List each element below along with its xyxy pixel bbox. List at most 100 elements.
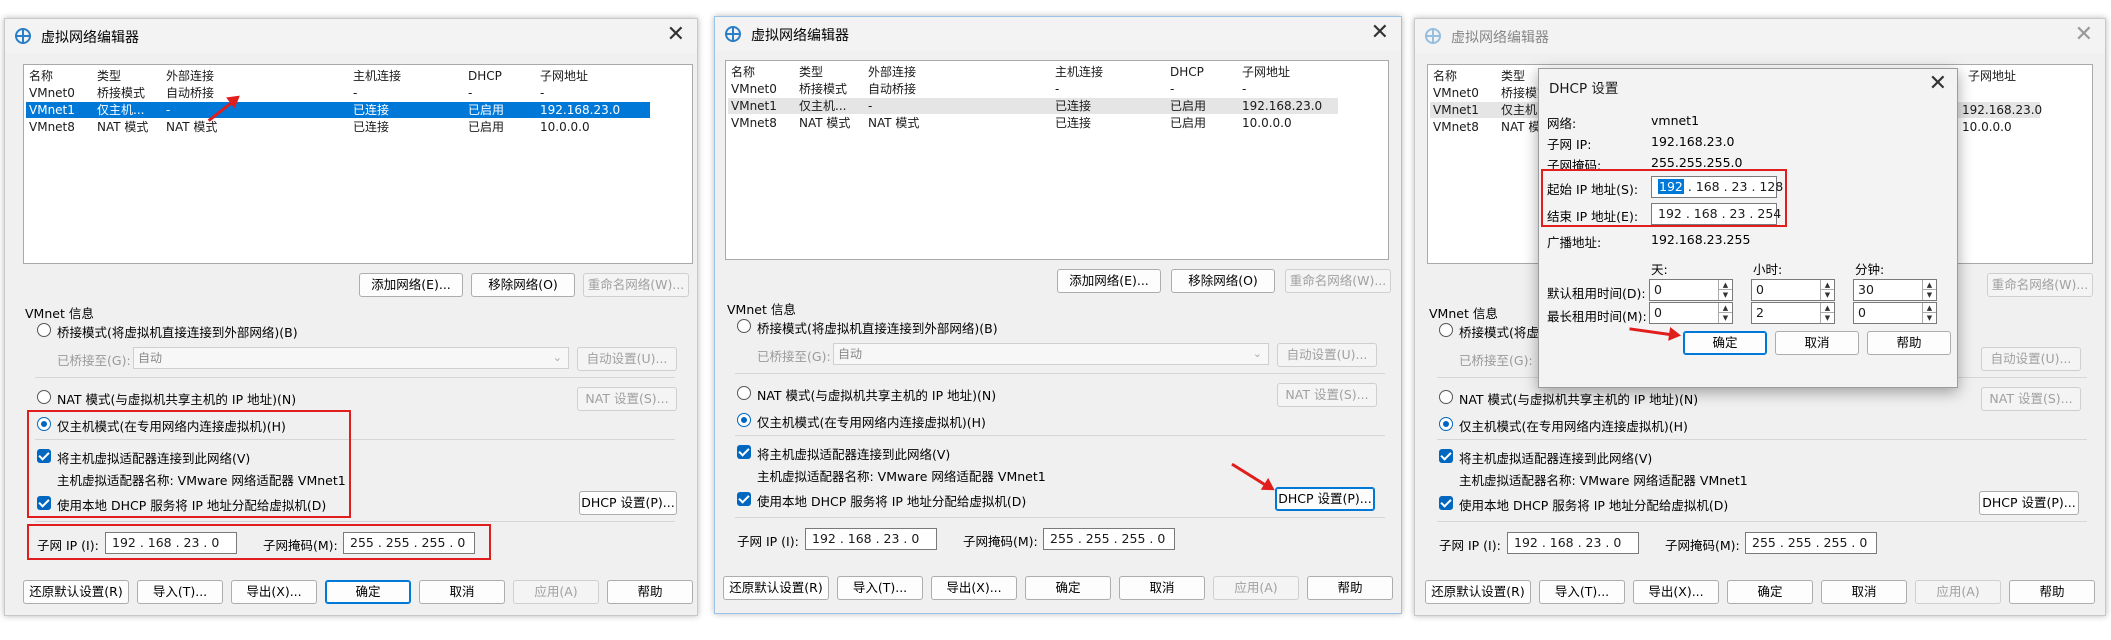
col-header[interactable]: 主机连接 xyxy=(353,68,466,84)
import-button[interactable]: 导入(T)... xyxy=(137,580,223,604)
close-icon[interactable]: ✕ xyxy=(1371,21,1389,45)
connect-adapter-label[interactable]: 将主机虚拟适配器连接到此网络(V) xyxy=(757,444,950,463)
col-header[interactable]: 类型 xyxy=(799,64,865,80)
nat-mode-label[interactable]: NAT 模式(与虚拟机共享主机的 IP 地址)(N) xyxy=(57,389,296,408)
add-network-button[interactable]: 添加网络(E)... xyxy=(1057,269,1161,293)
add-network-button[interactable]: 添加网络(E)... xyxy=(359,273,463,297)
help-button[interactable]: 帮助 xyxy=(2009,580,2095,604)
remove-network-button[interactable]: 移除网络(O) xyxy=(471,273,575,297)
spin-up-icon[interactable]: ▲ xyxy=(1922,303,1936,313)
default-lease-minutes-input[interactable]: 30 ▲ ▼ xyxy=(1853,279,1937,301)
nat-settings-button[interactable]: NAT 设置(S)... xyxy=(1277,383,1377,407)
export-button[interactable]: 导出(X)... xyxy=(931,576,1017,600)
max-lease-days-input[interactable]: 0 ▲ ▼ xyxy=(1649,302,1733,324)
rename-network-button[interactable]: 重命名网络(W)... xyxy=(1285,269,1391,293)
auto-settings-button[interactable]: 自动设置(U)... xyxy=(1981,347,2081,371)
spin-down-icon[interactable]: ▼ xyxy=(1922,290,1936,300)
col-header[interactable]: 外部连接 xyxy=(166,68,351,84)
export-button[interactable]: 导出(X)... xyxy=(1633,580,1719,604)
col-header[interactable]: 子网地址 xyxy=(1242,64,1362,80)
col-header[interactable]: 子网地址 xyxy=(540,68,660,84)
ok-button[interactable]: 确定 xyxy=(1025,576,1111,600)
spin-up-icon[interactable]: ▲ xyxy=(1820,303,1834,313)
use-dhcp-checkbox[interactable] xyxy=(1439,496,1453,510)
col-header[interactable]: 类型 xyxy=(97,68,163,84)
col-header[interactable]: 主机连接 xyxy=(1055,64,1168,80)
apply-button[interactable]: 应用(A) xyxy=(1213,576,1299,600)
dhcp-settings-button[interactable]: DHCP 设置(P)... xyxy=(1275,487,1375,511)
help-button[interactable]: 帮助 xyxy=(1307,576,1393,600)
subnet-mask-input[interactable]: 255 . 255 . 255 . 0 xyxy=(1043,528,1175,550)
rename-network-button[interactable]: 重命名网络(W)... xyxy=(583,273,689,297)
host-only-radio[interactable] xyxy=(1439,417,1453,431)
default-lease-days-input[interactable]: 0 ▲ ▼ xyxy=(1649,279,1733,301)
use-dhcp-checkbox[interactable] xyxy=(737,492,751,506)
spin-down-icon[interactable]: ▼ xyxy=(1718,313,1732,323)
rename-network-button[interactable]: 重命名网络(W)... xyxy=(1987,273,2093,297)
nat-mode-label[interactable]: NAT 模式(与虚拟机共享主机的 IP 地址)(N) xyxy=(1459,389,1698,408)
spin-up-icon[interactable]: ▲ xyxy=(1820,280,1834,290)
bridged-to-select[interactable]: 自动 ⌄ xyxy=(133,347,569,369)
col-header[interactable]: 子网地址 xyxy=(1968,68,2088,84)
bridge-mode-radio[interactable] xyxy=(737,319,751,333)
subnet-ip-input[interactable]: 192 . 168 . 23 . 0 xyxy=(1507,532,1639,554)
apply-button[interactable]: 应用(A) xyxy=(1915,580,2001,604)
nat-mode-radio[interactable] xyxy=(37,390,51,404)
close-icon[interactable]: ✕ xyxy=(2075,23,2093,47)
bridged-to-select[interactable]: 自动 ⌄ xyxy=(833,343,1269,365)
import-button[interactable]: 导入(T)... xyxy=(1539,580,1625,604)
nat-settings-button[interactable]: NAT 设置(S)... xyxy=(1981,387,2081,411)
use-dhcp-label[interactable]: 使用本地 DHCP 服务将 IP 地址分配给虚拟机(D) xyxy=(757,491,1026,510)
help-button[interactable]: 帮助 xyxy=(607,580,693,604)
nat-mode-label[interactable]: NAT 模式(与虚拟机共享主机的 IP 地址)(N) xyxy=(757,385,996,404)
dhcp-help-button[interactable]: 帮助 xyxy=(1867,331,1951,355)
spin-up-icon[interactable]: ▲ xyxy=(1922,280,1936,290)
bridge-mode-radio[interactable] xyxy=(37,323,51,337)
col-header[interactable]: DHCP xyxy=(468,68,537,84)
spin-up-icon[interactable]: ▲ xyxy=(1718,280,1732,290)
bridge-mode-label[interactable]: 桥接模式(将虚拟机直接连接到外部网络)(B) xyxy=(57,322,298,341)
dhcp-settings-button[interactable]: DHCP 设置(P)... xyxy=(579,491,677,515)
connect-adapter-checkbox[interactable] xyxy=(1439,449,1453,463)
close-icon[interactable]: ✕ xyxy=(667,23,685,47)
spin-down-icon[interactable]: ▼ xyxy=(1922,313,1936,323)
ok-button[interactable]: 确定 xyxy=(1727,580,1813,604)
table-row-selected[interactable]: VMnet1 仅主机... - 已连接 已启用 192.168.23.0 xyxy=(26,102,650,118)
spin-up-icon[interactable]: ▲ xyxy=(1718,303,1732,313)
cancel-button[interactable]: 取消 xyxy=(1119,576,1205,600)
host-only-label[interactable]: 仅主机模式(在专用网络内连接虚拟机)(H) xyxy=(1459,416,1688,435)
close-icon[interactable]: ✕ xyxy=(1929,71,1947,96)
nat-mode-radio[interactable] xyxy=(737,386,751,400)
auto-settings-button[interactable]: 自动设置(U)... xyxy=(577,347,677,371)
col-header[interactable]: 外部连接 xyxy=(868,64,1053,80)
table-row-selected[interactable]: VMnet1 仅主机... - 已连接 已启用 192.168.23.0 xyxy=(728,98,1338,114)
spin-down-icon[interactable]: ▼ xyxy=(1820,313,1834,323)
restore-defaults-button[interactable]: 还原默认设置(R) xyxy=(23,580,129,604)
subnet-ip-input[interactable]: 192 . 168 . 23 . 0 xyxy=(805,528,937,550)
connect-adapter-label[interactable]: 将主机虚拟适配器连接到此网络(V) xyxy=(1459,448,1652,467)
restore-defaults-button[interactable]: 还原默认设置(R) xyxy=(723,576,829,600)
cancel-button[interactable]: 取消 xyxy=(419,580,505,604)
nat-mode-radio[interactable] xyxy=(1439,390,1453,404)
dhcp-settings-button[interactable]: DHCP 设置(P)... xyxy=(1979,491,2079,515)
col-header[interactable]: DHCP xyxy=(1170,64,1239,80)
cancel-button[interactable]: 取消 xyxy=(1821,580,1907,604)
spin-down-icon[interactable]: ▼ xyxy=(1718,290,1732,300)
max-lease-minutes-input[interactable]: 0 ▲ ▼ xyxy=(1853,302,1937,324)
bridge-mode-label[interactable]: 桥接模式(将虚拟机直接连接到外部网络)(B) xyxy=(757,318,998,337)
subnet-mask-input[interactable]: 255 . 255 . 255 . 0 xyxy=(1745,532,1877,554)
host-only-label[interactable]: 仅主机模式(在专用网络内连接虚拟机)(H) xyxy=(757,412,986,431)
dhcp-cancel-button[interactable]: 取消 xyxy=(1775,331,1859,355)
use-dhcp-label[interactable]: 使用本地 DHCP 服务将 IP 地址分配给虚拟机(D) xyxy=(1459,495,1728,514)
auto-settings-button[interactable]: 自动设置(U)... xyxy=(1277,343,1377,367)
spin-down-icon[interactable]: ▼ xyxy=(1820,290,1834,300)
remove-network-button[interactable]: 移除网络(O) xyxy=(1171,269,1275,293)
col-header[interactable]: 名称 xyxy=(731,64,797,80)
max-lease-hours-input[interactable]: 2 ▲ ▼ xyxy=(1751,302,1835,324)
dhcp-ok-button[interactable]: 确定 xyxy=(1683,331,1767,355)
apply-button[interactable]: 应用(A) xyxy=(513,580,599,604)
connect-adapter-checkbox[interactable] xyxy=(737,445,751,459)
bridge-mode-radio[interactable] xyxy=(1439,323,1453,337)
restore-defaults-button[interactable]: 还原默认设置(R) xyxy=(1425,580,1531,604)
host-only-radio[interactable] xyxy=(737,413,751,427)
